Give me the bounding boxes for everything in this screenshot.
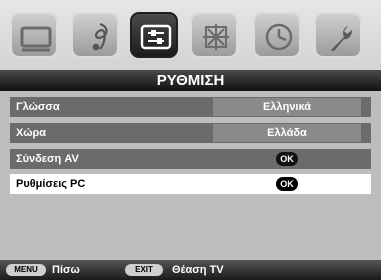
language-value[interactable]: Ελληνικά bbox=[213, 98, 361, 116]
menu-row-label: Ρυθμίσεις PC bbox=[16, 178, 86, 190]
footer-bar: MENU Πίσω EXIT Θέαση TV bbox=[0, 260, 381, 280]
ok-badge: OK bbox=[276, 177, 298, 192]
exit-key-badge: EXIT bbox=[125, 264, 163, 276]
tv-setup-menu: ΡΥΘΜΙΣΗ Γλώσσα Ελληνικά Χώρα Ελλάδα Σύνδ… bbox=[0, 0, 381, 280]
menu-row-label: Χώρα bbox=[16, 127, 47, 139]
menu-key-badge: MENU bbox=[6, 264, 46, 276]
clock-icon[interactable] bbox=[253, 12, 301, 58]
tools-grid-icon[interactable] bbox=[190, 12, 238, 58]
screen-icon[interactable] bbox=[10, 12, 58, 58]
menu-row-language[interactable]: Γλώσσα Ελληνικά bbox=[10, 97, 371, 117]
settings-sliders-icon[interactable] bbox=[130, 12, 178, 58]
country-value[interactable]: Ελλάδα bbox=[213, 124, 361, 142]
menu-row-pc-settings[interactable]: Ρυθμίσεις PC OK bbox=[10, 174, 371, 194]
menu-row-country[interactable]: Χώρα Ελλάδα bbox=[10, 123, 371, 143]
music-note-icon[interactable] bbox=[71, 12, 119, 58]
ok-button[interactable]: OK bbox=[213, 175, 361, 193]
ok-button[interactable]: OK bbox=[213, 150, 361, 168]
ok-badge: OK bbox=[276, 152, 298, 167]
back-label[interactable]: Πίσω bbox=[52, 260, 80, 280]
wrench-icon[interactable] bbox=[314, 12, 362, 58]
menu-row-label: Γλώσσα bbox=[16, 101, 60, 113]
menu-row-av-connection[interactable]: Σύνδεση AV OK bbox=[10, 149, 371, 169]
icon-bar bbox=[0, 0, 381, 70]
page-title: ΡΥΘΜΙΣΗ bbox=[0, 70, 381, 91]
menu-row-label: Σύνδεση AV bbox=[16, 153, 79, 165]
watch-tv-label[interactable]: Θέαση TV bbox=[172, 260, 224, 280]
